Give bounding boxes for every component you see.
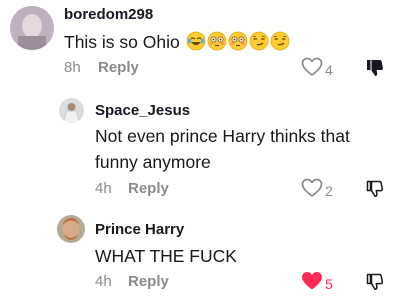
avatar[interactable] [57,215,85,243]
comment-text: Not even prince Harry thinks that funny … [95,123,350,175]
like-count: 2 [325,182,333,199]
reply-button[interactable]: Reply [98,59,139,76]
comment-text-line: Not even prince Harry thinks that [95,126,350,146]
comment-text-body: This is so Ohio [64,32,180,52]
heart-filled-icon [301,271,323,296]
avatar[interactable] [59,98,84,123]
smirk-emoji-icon [270,31,290,58]
comment-text: WHAT THE FUCK [95,246,237,266]
smirk-emoji-icon [249,31,269,58]
comment-timestamp: 4h [95,180,112,197]
avatar[interactable] [10,6,54,50]
thumbs-down-filled-icon [365,60,385,82]
comment-username[interactable]: boredom298 [64,6,153,23]
comment-prince-harry: Prince Harry WHAT THE FUCK 4h Reply 5 [0,200,400,302]
reply-button[interactable]: Reply [128,180,169,197]
flushed-emoji-icon [207,31,227,58]
thumbs-down-outline-icon [365,273,385,296]
like-button[interactable]: 5 [301,271,333,296]
flushed-emoji-icon [228,31,248,58]
comment-text-line: funny anymore [95,152,211,172]
comment-username[interactable]: Space_Jesus [95,102,190,119]
comment-space-jesus: Space_Jesus Not even prince Harry thinks… [0,90,400,200]
comment-timestamp: 4h [95,273,112,290]
dislike-button[interactable] [365,58,385,83]
laughing-crying-emoji-icon [186,31,206,58]
reply-button[interactable]: Reply [128,273,169,290]
heart-outline-icon [301,57,323,82]
like-count: 4 [325,61,333,78]
dislike-button[interactable] [365,272,385,297]
comment-text: This is so Ohio [64,29,290,58]
like-count: 5 [325,275,333,292]
comment-username[interactable]: Prince Harry [95,221,184,238]
comment-boredom298: boredom298 This is so Ohio 8h Reply 4 [0,0,400,90]
like-button[interactable]: 4 [301,57,333,82]
comment-timestamp: 8h [64,59,81,76]
